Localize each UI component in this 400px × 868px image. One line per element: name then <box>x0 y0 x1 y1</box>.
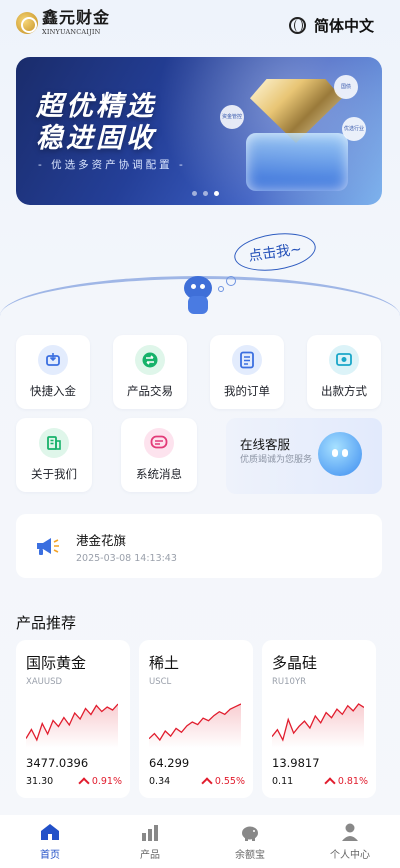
banner-subtitle: - 优选多资产协调配置 - <box>38 159 186 171</box>
sparkline-area <box>149 704 241 748</box>
sparkline-chart <box>272 703 364 748</box>
product-change: 0.34 <box>149 776 171 787</box>
language-switcher[interactable]: 简体中文 <box>288 15 374 36</box>
tab-label: 产品 <box>140 850 160 861</box>
section-title: 产品推荐 <box>16 614 77 632</box>
sparkline-area <box>272 704 364 748</box>
menu-system-messages[interactable]: 系统消息 <box>121 418 197 492</box>
news-item[interactable]: 港金花旗 2025-03-08 14:13:43 <box>16 514 382 578</box>
menu-about-us[interactable]: 关于我们 <box>16 418 92 492</box>
app-logo: 鑫元财金 XINYUANCAIJIN <box>16 10 110 36</box>
product-code: RU10YR <box>272 677 307 687</box>
megaphone-icon <box>37 538 59 555</box>
product-card[interactable]: 稀土 USCL 64.299 0.34 0.55% <box>139 640 253 798</box>
menu-label: 出款方式 <box>321 384 367 398</box>
sparkline-chart <box>149 703 241 748</box>
logo-name-en: XINYUANCAIJIN <box>42 28 101 36</box>
sparkline-chart <box>26 703 118 748</box>
logo-icon <box>16 11 38 34</box>
tab-profile[interactable]: 个人中心 <box>300 815 400 868</box>
bubble-ring-icon <box>218 286 224 292</box>
up-arrow-icon <box>324 777 336 789</box>
carousel-dot[interactable] <box>192 191 197 196</box>
carousel-dot-active[interactable] <box>214 191 219 196</box>
robot-mascot-icon[interactable] <box>178 272 218 316</box>
news-title: 港金花旗 <box>76 533 127 548</box>
percent-value: 0.55% <box>214 776 245 787</box>
up-arrow-icon <box>201 777 213 789</box>
product-card[interactable]: 多晶硅 RU10YR 13.9817 0.11 0.81% <box>262 640 376 798</box>
customer-service-icon <box>318 432 362 476</box>
logo-name-cn: 鑫元财金 <box>42 8 111 27</box>
tab-label: 首页 <box>40 850 60 861</box>
menu-label: 关于我们 <box>31 467 77 481</box>
promo-banner[interactable]: 超优精选 稳进固收 - 优选多资产协调配置 - 资金管控 国债 优选行业 <box>16 57 382 205</box>
tab-label: 余额宝 <box>235 850 265 861</box>
mascot-area: 点击我~ <box>0 228 400 328</box>
menu-label: 快捷入金 <box>30 384 76 398</box>
language-label: 简体中文 <box>313 17 374 35</box>
menu-label: 我的订单 <box>224 384 270 398</box>
percent-value: 0.91% <box>91 776 122 787</box>
piggy-bank-icon <box>242 826 258 841</box>
menu-my-orders[interactable]: 我的订单 <box>210 335 284 409</box>
product-percent: 0.55% <box>201 776 245 789</box>
deposit-icon <box>38 345 68 375</box>
product-price: 13.9817 <box>272 756 320 770</box>
sparkline-area <box>26 704 118 748</box>
home-icon <box>41 824 59 840</box>
banner-title-line1: 超优精选 <box>36 91 156 122</box>
banner-bubble: 资金管控 <box>220 105 244 129</box>
click-me-bubble[interactable]: 点击我~ <box>231 228 319 276</box>
menu-quick-deposit[interactable]: 快捷入金 <box>16 335 90 409</box>
menu-label: 系统消息 <box>136 467 182 481</box>
percent-value: 0.81% <box>337 776 368 787</box>
online-service-card[interactable]: 在线客服 优质竭诚为您服务 <box>226 418 382 494</box>
about-icon <box>39 428 69 458</box>
banner-title-line2: 稳进固收 <box>36 123 156 154</box>
user-icon <box>342 823 358 841</box>
product-name: 多晶硅 <box>272 654 318 672</box>
banner-title: 超优精选 稳进固收 <box>36 91 156 155</box>
tab-home[interactable]: 首页 <box>0 815 100 868</box>
service-subtitle: 优质竭诚为您服务 <box>240 455 313 465</box>
news-timestamp: 2025-03-08 14:13:43 <box>76 553 177 564</box>
order-icon <box>232 345 262 375</box>
product-change: 0.11 <box>272 776 294 787</box>
tab-label: 个人中心 <box>330 850 370 861</box>
product-price: 3477.0396 <box>26 756 89 770</box>
product-price: 64.299 <box>149 756 190 770</box>
product-name: 稀土 <box>149 654 180 672</box>
up-arrow-icon <box>78 777 90 789</box>
withdraw-icon <box>329 345 359 375</box>
globe-icon <box>288 17 306 34</box>
diamond-illustration: 资金管控 国债 优选行业 <box>220 75 366 193</box>
product-percent: 0.91% <box>78 776 122 789</box>
menu-withdraw-method[interactable]: 出款方式 <box>307 335 381 409</box>
tab-products[interactable]: 产品 <box>100 815 200 868</box>
tab-yuebao[interactable]: 余额宝 <box>200 815 300 868</box>
product-card[interactable]: 国际黄金 XAUUSD 3477.0396 31.30 0.91% <box>16 640 130 798</box>
banner-bubble: 国债 <box>334 75 358 99</box>
exchange-icon <box>135 345 165 375</box>
product-name: 国际黄金 <box>26 654 87 672</box>
product-code: USCL <box>149 677 172 687</box>
product-code: XAUUSD <box>26 677 63 687</box>
carousel-dot[interactable] <box>203 191 208 196</box>
service-title: 在线客服 <box>240 437 291 452</box>
product-change: 31.30 <box>26 776 54 787</box>
menu-product-trade[interactable]: 产品交易 <box>113 335 187 409</box>
product-percent: 0.81% <box>324 776 368 789</box>
carousel-dots[interactable] <box>192 191 219 196</box>
message-icon <box>144 428 174 458</box>
bottom-tab-bar: 首页 产品 余额宝 个人中心 <box>0 815 400 868</box>
top-bar: 鑫元财金 XINYUANCAIJIN 简体中文 <box>0 0 400 52</box>
banner-bubble: 优选行业 <box>342 117 366 141</box>
bubble-ring-icon <box>226 276 236 286</box>
menu-label: 产品交易 <box>127 384 173 398</box>
chart-bars-icon <box>142 825 158 841</box>
